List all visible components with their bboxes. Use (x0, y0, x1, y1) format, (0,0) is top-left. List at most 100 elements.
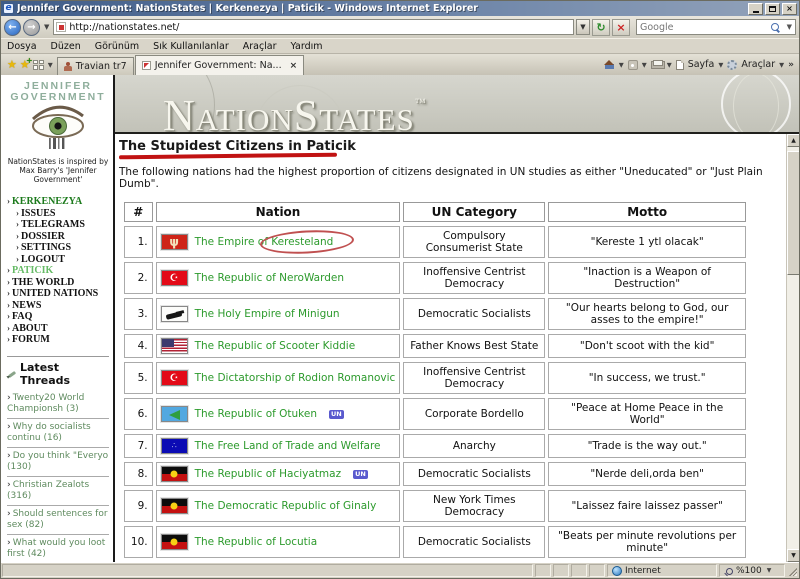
sidebar-item-news[interactable]: › NEWS (7, 300, 109, 312)
quick-tabs-dropdown-icon[interactable]: ▼ (48, 61, 53, 69)
thread-link[interactable]: › What would you loot first (42) (7, 533, 109, 563)
sidebar-item-forum[interactable]: › FORUM (7, 334, 109, 346)
sidebar-item-faq[interactable]: › FAQ (7, 311, 109, 323)
sidebar-item-dossier[interactable]: › DOSSIER (7, 231, 109, 243)
isle-of-man-flag-icon (159, 233, 189, 251)
page-dropdown-icon[interactable]: ▼ (718, 61, 723, 69)
thread-link[interactable]: › Do you think "Everyo (130) (7, 446, 109, 476)
address-dropdown-icon[interactable]: ▼ (576, 19, 590, 35)
nav-label: KERKENEZYA (12, 196, 83, 207)
nation-link[interactable]: The Holy Empire of Minigun (195, 308, 340, 320)
nation-link[interactable]: The Republic of Haciyatmaz (195, 468, 342, 480)
nation-cell: The Democratic Republic of Ginaly (155, 490, 401, 522)
zoom-dropdown-icon[interactable]: ▼ (767, 567, 772, 574)
resize-grip[interactable] (786, 563, 799, 578)
thread-arrow-icon: › (7, 537, 11, 548)
page-menu-label[interactable]: Sayfa (688, 59, 715, 70)
sidebar-item-about[interactable]: › ABOUT (7, 323, 109, 335)
favorites-star-icon[interactable]: ★ (7, 58, 17, 71)
thread-link[interactable]: › Why do socialists continu (16) (7, 417, 109, 447)
nation-cell: The Dictatorship of Rodion Romanovic (155, 362, 401, 394)
gear-icon[interactable] (727, 59, 738, 70)
nation-link[interactable]: The Dictatorship of Rodion Romanovic (195, 372, 396, 384)
nation-link[interactable]: The Free Land of Trade and Welfare (195, 440, 381, 452)
restore-button[interactable] (765, 2, 780, 15)
sidebar-item-issues[interactable]: › ISSUES (7, 208, 109, 220)
nav-label: THE WORLD (12, 276, 75, 288)
scrollbar-thumb[interactable] (787, 151, 799, 275)
nation-link[interactable]: The Empire of Keresteland (195, 236, 334, 248)
print-dropdown-icon[interactable]: ▼ (667, 61, 672, 69)
status-cell (589, 564, 605, 577)
command-bar: ▼ ▼ ▼ Sayfa ▼ Araçlar ▼ » (603, 54, 797, 75)
category-cell: Inoffensive Centrist Democracy (403, 262, 546, 294)
nation-link[interactable]: The Republic of Locutia (195, 536, 318, 548)
sidebar-item-united-nations[interactable]: › UNITED NATIONS (7, 288, 109, 300)
refresh-button[interactable]: ↻ (592, 18, 610, 36)
history-dropdown-icon[interactable]: ▼ (42, 23, 51, 31)
feeds-dropdown-icon[interactable]: ▼ (642, 61, 647, 69)
rank-cell: 1. (124, 226, 153, 258)
nation-link[interactable]: The Democratic Republic of Ginaly (195, 500, 377, 512)
browser-tab[interactable]: Jennifer Government: Na... × (134, 55, 305, 75)
zoom-panel[interactable]: %100 ▼ (719, 564, 785, 577)
sidebar-item-the-world[interactable]: › THE WORLD (7, 277, 109, 289)
internet-zone-icon (612, 565, 622, 576)
minimize-button[interactable] (748, 2, 763, 15)
browser-tab[interactable]: Travian tr7 (56, 57, 134, 75)
feeds-icon[interactable] (627, 59, 638, 70)
tools-dropdown-icon[interactable]: ▼ (779, 61, 784, 69)
menu-item-düzen[interactable]: Düzen (51, 41, 81, 52)
page-icon[interactable] (675, 59, 684, 70)
search-input[interactable] (637, 21, 771, 33)
home-dropdown-icon[interactable]: ▼ (619, 61, 624, 69)
url-input[interactable] (69, 21, 571, 33)
nation-link[interactable]: The Republic of NeroWarden (195, 272, 344, 284)
usa-flag-icon (159, 337, 189, 355)
rank-cell: 4. (124, 334, 153, 358)
stop-button[interactable]: × (612, 18, 630, 36)
address-field[interactable] (53, 19, 574, 35)
sidebar-item-logout[interactable]: › LOGOUT (7, 254, 109, 266)
menu-item-araçlar[interactable]: Araçlar (243, 41, 277, 52)
close-button[interactable]: × (782, 2, 797, 15)
forward-button[interactable]: → (23, 18, 40, 36)
scroll-down-icon[interactable]: ▼ (787, 549, 799, 562)
category-cell: Democratic Socialists (403, 462, 546, 486)
nation-link[interactable]: The Republic of Scooter Kiddie (195, 340, 356, 352)
sidebar-item-kerkenezya[interactable]: › KERKENEZYA (7, 196, 109, 208)
print-icon[interactable] (650, 60, 665, 69)
tools-menu-label[interactable]: Araçlar (741, 59, 775, 70)
status-cell (571, 564, 587, 577)
vertical-scrollbar[interactable]: ▲ ▼ (786, 134, 799, 562)
sidebar-item-paticik[interactable]: › PATICIK (7, 265, 109, 277)
sidebar-item-settings[interactable]: › SETTINGS (7, 242, 109, 254)
nation-link[interactable]: The Republic of Otuken (195, 408, 317, 420)
quick-tabs-icon[interactable] (32, 59, 45, 70)
thread-link[interactable]: › Christian Zealots (316) (7, 475, 109, 505)
search-icon[interactable] (770, 22, 780, 32)
search-box[interactable]: ▼ (636, 19, 796, 35)
home-icon[interactable] (603, 60, 615, 69)
tab-close-icon[interactable]: × (290, 61, 298, 71)
motto-cell: "In success, we trust." (548, 362, 746, 394)
nav-arrow-icon: › (7, 311, 10, 321)
back-button[interactable]: ← (4, 18, 21, 36)
menu-item-sık kullanılanlar[interactable]: Sık Kullanılanlar (153, 41, 229, 52)
toolbar-overflow-icon[interactable]: » (788, 60, 794, 70)
motto-cell: "Our hearts belong to God, our asses to … (548, 298, 746, 330)
search-dropdown-icon[interactable]: ▼ (784, 23, 795, 31)
thread-arrow-icon: › (7, 508, 11, 519)
menu-item-yardım[interactable]: Yardım (291, 41, 323, 52)
page-content: JENNIFER GOVERNMENT NationStates is insp… (1, 75, 799, 562)
menu-item-görünüm[interactable]: Görünüm (95, 41, 139, 52)
thread-link[interactable]: › Twenty20 World Championsh (3) (7, 390, 109, 418)
thread-link[interactable]: › Should sentences for sex (82) (7, 504, 109, 534)
window-title: Jennifer Government: NationStates | Kerk… (17, 3, 478, 14)
sidebar-item-telegrams[interactable]: › TELEGRAMS (7, 219, 109, 231)
nav-arrow-icon: › (7, 299, 10, 310)
add-favorite-icon[interactable]: ★ (20, 56, 33, 71)
menu-item-dosya[interactable]: Dosya (7, 41, 37, 52)
scroll-up-icon[interactable]: ▲ (787, 134, 799, 147)
tab-bar: ★ ★ ▼ Travian tr7 Jennifer Government: Na… (1, 54, 799, 75)
